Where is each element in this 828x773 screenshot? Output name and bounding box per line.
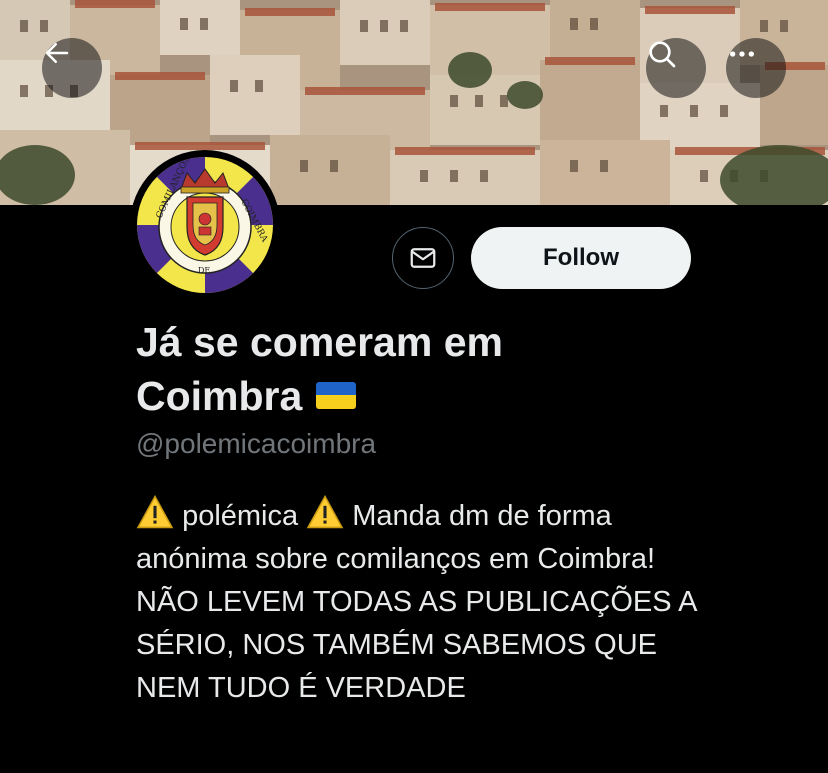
back-button[interactable] — [42, 38, 102, 98]
svg-text:DE: DE — [198, 266, 210, 275]
more-options-button[interactable] — [726, 38, 786, 98]
more-horizontal-icon — [730, 51, 754, 57]
message-button[interactable] — [392, 227, 454, 289]
envelope-icon — [410, 248, 436, 268]
follow-button[interactable]: Follow — [471, 227, 691, 289]
coat-of-arms-logo: COMILANÇOS COIMBRA DE — [137, 157, 273, 293]
warning-icon — [306, 495, 344, 529]
profile-name: Já se comeram em Coimbra — [136, 315, 576, 423]
banner-cityscape-image — [0, 0, 828, 205]
profile-handle: @polemicacoimbra — [136, 428, 377, 459]
search-icon — [649, 41, 676, 68]
warning-icon — [136, 495, 174, 529]
search-button[interactable] — [646, 38, 706, 98]
profile-avatar[interactable]: COMILANÇOS COIMBRA DE — [130, 150, 280, 300]
arrow-left-icon — [45, 43, 69, 63]
profile-banner[interactable] — [0, 0, 828, 205]
ukraine-flag-icon — [316, 381, 357, 409]
profile-bio: polémica Manda dm de forma anónima sobre… — [136, 495, 696, 710]
bio-first-word: polémica — [182, 500, 299, 532]
